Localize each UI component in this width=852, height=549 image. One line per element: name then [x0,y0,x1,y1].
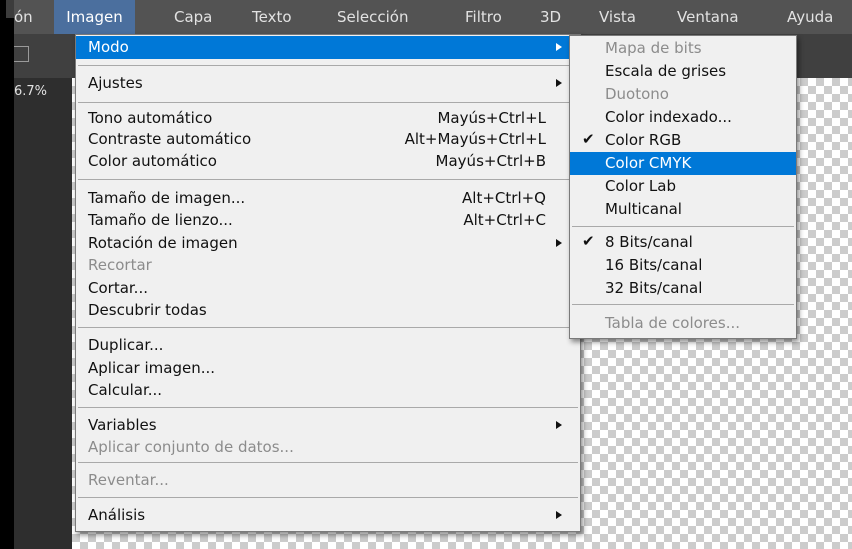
menu-item-tamano-imagen[interactable]: Tamaño de imagen... Alt+Ctrl+Q [76,187,580,210]
menu-item-descubrir-todas[interactable]: Descubrir todas [76,299,580,322]
menu-ventana[interactable]: Ventana [677,0,739,34]
tools-panel [14,78,72,549]
submenu-item-color-indexado[interactable]: Color indexado... [570,106,796,129]
menu-item-reventar: Reventar... [88,471,169,489]
menu-separator [78,179,578,180]
menu-separator [78,497,578,498]
menu-item-variables[interactable]: Variables [76,414,580,437]
submenu-arrow-icon [556,511,562,519]
submenu-arrow-icon [556,43,562,51]
submenu-arrow-icon [556,239,562,247]
menu-item-ajustes[interactable]: Ajustes [76,72,580,95]
submenu-item-tabla-de-colores: Tabla de colores... [605,314,740,332]
menu-separator [78,102,578,103]
window-left-edge [0,0,14,549]
menu-separator [78,407,578,408]
menu-item-duplicar[interactable]: Duplicar... [76,334,580,357]
menu-item-color-automatico[interactable]: Color automático Mayús+Ctrl+B [76,150,580,173]
submenu-arrow-icon [556,421,562,429]
zoom-level: 6.7% [14,84,48,99]
menu-item-contraste-automatico[interactable]: Contraste automático Alt+Mayús+Ctrl+L [76,128,580,151]
menu-bar: ón Imagen Capa Texto Selección Filtro 3D… [14,0,852,34]
menu-item-rotacion-imagen[interactable]: Rotación de imagen [76,232,580,255]
submenu-item-color-lab[interactable]: Color Lab [570,175,796,198]
menu-item-tono-automatico[interactable]: Tono automático Mayús+Ctrl+L [76,107,580,130]
submenu-item-16-bits[interactable]: 16 Bits/canal [570,254,796,277]
menu-item-calcular[interactable]: Calcular... [76,379,580,402]
menu-window-partial[interactable]: ón [14,0,33,34]
menu-filtro[interactable]: Filtro [465,0,502,34]
menu-imagen[interactable]: Imagen [54,0,135,34]
submenu-item-multicanal[interactable]: Multicanal [570,198,796,221]
window-corner [6,0,14,18]
menu-separator [572,304,794,305]
mode-submenu: Mapa de bits Escala de grises Duotono Co… [569,35,797,339]
menu-item-recortar: Recortar [88,256,152,274]
checkmark-icon: ✔ [582,130,595,148]
image-menu: Modo Ajustes Tono automático Mayús+Ctrl+L… [75,34,581,532]
menu-separator [78,65,578,66]
menu-separator [572,226,794,227]
menu-texto[interactable]: Texto [252,0,292,34]
menu-capa[interactable]: Capa [174,0,212,34]
tool-preset-icon[interactable] [14,46,29,62]
menu-separator [78,462,578,463]
submenu-item-duotono: Duotono [605,85,669,103]
menu-3d[interactable]: 3D [540,0,561,34]
menu-seleccion[interactable]: Selección [337,0,409,34]
menu-item-tamano-lienzo[interactable]: Tamaño de lienzo... Alt+Ctrl+C [76,209,580,232]
menu-item-modo[interactable]: Modo [76,36,580,59]
menu-item-cortar[interactable]: Cortar... [76,277,580,300]
checkmark-icon: ✔ [582,232,595,250]
menu-vista[interactable]: Vista [599,0,636,34]
menu-item-analisis[interactable]: Análisis [76,504,580,527]
submenu-item-32-bits[interactable]: 32 Bits/canal [570,277,796,300]
submenu-arrow-icon [556,79,562,87]
menu-separator [78,327,578,328]
menu-item-aplicar-conjunto-datos: Aplicar conjunto de datos... [88,438,294,456]
submenu-item-8-bits[interactable]: ✔ 8 Bits/canal [570,231,796,254]
menu-ayuda[interactable]: Ayuda [787,0,833,34]
menu-item-aplicar-imagen[interactable]: Aplicar imagen... [76,357,580,380]
submenu-item-mapa-de-bits: Mapa de bits [605,39,702,57]
submenu-item-escala-de-grises[interactable]: Escala de grises [570,60,796,83]
submenu-item-color-rgb[interactable]: ✔ Color RGB [570,129,796,152]
submenu-item-color-cmyk[interactable]: Color CMYK [570,152,796,175]
